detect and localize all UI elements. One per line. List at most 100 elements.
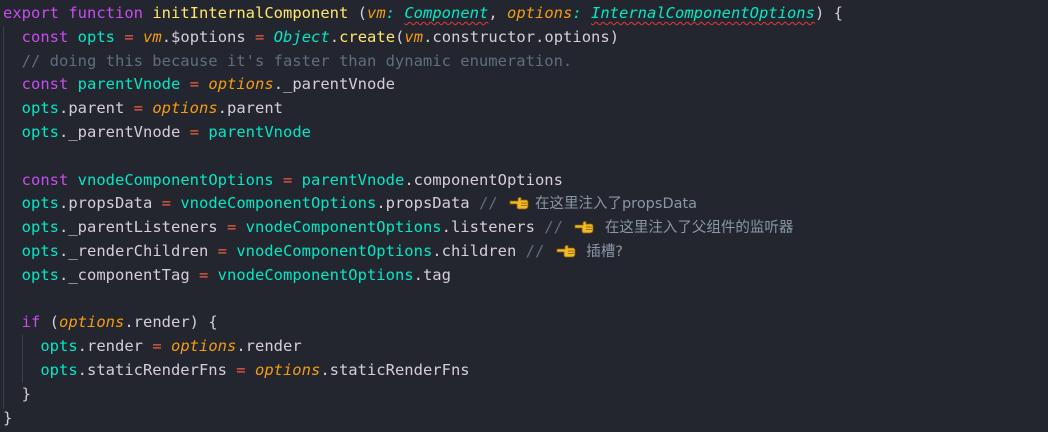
code-token: = [189, 122, 199, 141]
code-token: .constructor.options) [423, 27, 620, 46]
code-token: = [161, 194, 171, 213]
code-token: ( [395, 27, 405, 46]
code-token: initInternalComponent [152, 4, 349, 22]
code-line[interactable]: const opts = vm.$options = Object.create… [3, 26, 1048, 50]
code-line[interactable]: const vnodeComponentOptions = parentVnod… [3, 169, 1048, 193]
code-token: , [488, 4, 507, 22]
code-token: opts [40, 337, 78, 356]
code-line[interactable]: export function initInternalComponent (v… [3, 2, 1048, 26]
code-token: = [236, 360, 246, 379]
code-token: .render) { [124, 313, 218, 332]
code-token: .parent [59, 99, 134, 118]
code-token: opts [21, 218, 59, 237]
code-token: // [478, 194, 507, 213]
code-token: opts [68, 27, 125, 46]
code-token: parentVnode [199, 122, 311, 141]
code-token: = [217, 241, 227, 260]
code-line[interactable]: opts._parentVnode = parentVnode [3, 121, 1048, 145]
code-token: = [133, 99, 143, 118]
code-token: export [3, 4, 59, 22]
code-line[interactable]: opts.propsData = vnodeComponentOptions.p… [3, 192, 1048, 216]
code-token: .propsData [376, 194, 479, 213]
code-token: = [282, 170, 293, 189]
code-token: Component [404, 4, 489, 22]
code-line[interactable]: opts.render = options.render [3, 335, 1048, 359]
code-token: options [152, 99, 218, 118]
pointing-hand-icon [509, 194, 529, 210]
code-token: .staticRenderFns [320, 360, 470, 379]
code-token: .render [77, 337, 153, 356]
code-token: // doing this because it's faster than d… [3, 51, 573, 70]
code-line[interactable]: const parentVnode = options._parentVnode [3, 73, 1048, 97]
code-token: ._parentListeners [59, 218, 227, 237]
code-line[interactable]: // doing this because it's faster than d… [3, 50, 1048, 74]
code-token: .children [432, 241, 526, 260]
code-token: ._renderChildren [59, 241, 218, 260]
code-token: } [3, 384, 31, 403]
code-line[interactable] [3, 145, 1048, 169]
code-token: options [254, 360, 321, 379]
code-token: // [544, 218, 573, 237]
code-editor[interactable]: export function initInternalComponent (v… [0, 0, 1048, 432]
code-token: vm [404, 27, 424, 46]
code-token: opts [21, 265, 59, 284]
code-token: options [171, 337, 237, 356]
code-token: vnodeComponentOptions [226, 241, 433, 260]
code-token: 在这里注入了propsData [534, 196, 698, 213]
code-token: = [198, 265, 209, 284]
code-token: .render [236, 337, 302, 356]
code-token: vnodeComponentOptions [171, 194, 377, 213]
code-token: .propsData [59, 194, 162, 213]
code-line[interactable]: } [3, 407, 1048, 431]
code-token: 在这里注入了父组件的监听器 [600, 220, 794, 237]
code-token: .staticRenderFns [77, 360, 237, 379]
code-line[interactable]: opts.staticRenderFns = options.staticRen… [3, 359, 1048, 383]
code-token: = [152, 337, 162, 356]
code-line[interactable]: opts._renderChildren = vnodeComponentOpt… [3, 240, 1048, 264]
code-token: options [507, 4, 573, 22]
code-token: Object [273, 27, 330, 46]
code-token: .tag [413, 265, 451, 284]
code-token: opts [40, 360, 78, 379]
code-token: ( [40, 313, 60, 332]
code-token: const [21, 170, 69, 189]
code-token: opts [21, 122, 59, 141]
code-line[interactable]: opts._componentTag = vnodeComponentOptio… [3, 264, 1048, 288]
code-token: 插槽? [581, 243, 623, 260]
code-token: = [226, 218, 237, 237]
code-token: options [208, 75, 274, 94]
code-token: : [572, 4, 591, 22]
code-token: parentVnode [68, 75, 190, 94]
code-token: vnodeComponentOptions [68, 170, 283, 189]
code-area[interactable]: export function initInternalComponent (v… [3, 2, 1048, 430]
code-line[interactable]: opts._parentListeners = vnodeComponentOp… [3, 216, 1048, 240]
code-token: : [385, 4, 405, 22]
code-token: .$options [161, 27, 256, 46]
code-line[interactable]: } [3, 383, 1048, 407]
code-line[interactable]: opts.parent = options.parent [3, 97, 1048, 121]
code-token: options [59, 313, 125, 332]
code-token: .parent [217, 99, 283, 118]
code-token: ) { [814, 4, 843, 22]
code-line[interactable] [3, 288, 1048, 312]
code-token: = [124, 27, 134, 46]
code-line[interactable]: if (options.render) { [3, 311, 1048, 335]
code-token: = [189, 75, 200, 94]
code-token: .listeners [441, 218, 545, 237]
